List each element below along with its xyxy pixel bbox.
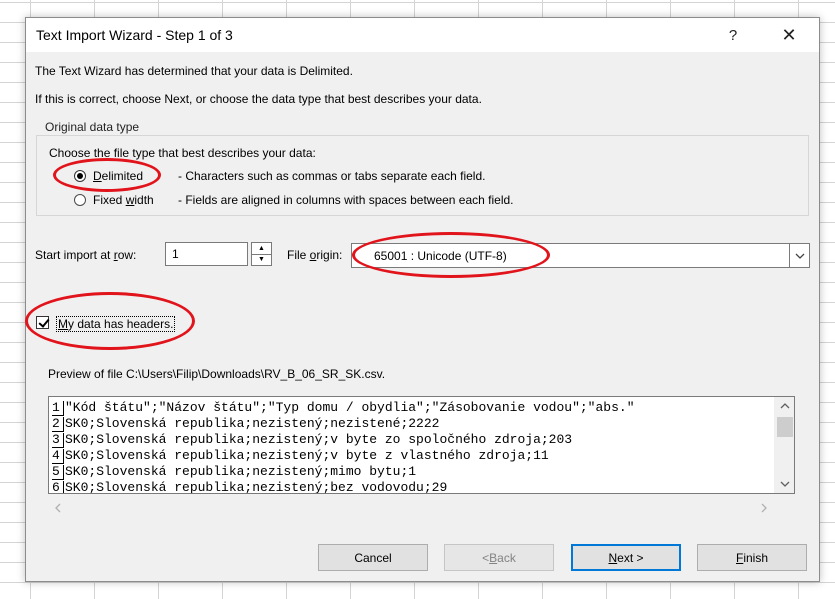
down-triangle-icon[interactable]: ▼	[252, 254, 271, 265]
vertical-scroll-thumb[interactable]	[777, 417, 793, 437]
start-row-value: 1	[172, 247, 179, 261]
preview-line: 4 SK0;Slovenská republika;nezistený;v byt…	[52, 448, 549, 464]
radio-fixed-width[interactable]: Fixed width	[74, 193, 184, 209]
back-button[interactable]: < Back	[444, 544, 554, 571]
annotation-ellipse-file-origin	[352, 232, 550, 278]
delimited-description: - Characters such as commas or tabs sepa…	[178, 169, 486, 183]
original-data-type-legend: Original data type	[42, 120, 143, 134]
annotation-ellipse-delimited	[53, 158, 161, 192]
intro-line-2: If this is correct, choose Next, or choo…	[35, 92, 482, 106]
preview-box[interactable]: 1 "Kód štátu";"Názov štátu";"Typ domu / o…	[48, 396, 795, 494]
fixed-width-description: - Fields are aligned in columns with spa…	[178, 193, 514, 207]
next-button[interactable]: Next >	[571, 544, 681, 571]
dialog-title: Text Import Wizard - Step 1 of 3	[36, 27, 233, 43]
radio-fixed-width-circle[interactable]	[74, 194, 86, 206]
file-origin-label: File origin:	[287, 248, 343, 262]
preview-line: 2 SK0;Slovenská republika;nezistený;nezis…	[52, 416, 440, 432]
preview-horizontal-scrollbar[interactable]	[48, 500, 795, 516]
annotation-ellipse-headers	[25, 292, 195, 350]
preview-line: 3 SK0;Slovenská republika;nezistený;v byt…	[52, 432, 573, 448]
close-icon: ✕	[781, 24, 797, 45]
chevron-right-icon[interactable]	[758, 502, 770, 514]
preview-line: 1 "Kód štátu";"Názov štátu";"Typ domu / o…	[52, 400, 635, 416]
help-button[interactable]: ?	[710, 18, 756, 52]
finish-button[interactable]: Finish	[697, 544, 807, 571]
radio-fixed-width-label: Fixed width	[93, 193, 154, 207]
chevron-up-icon[interactable]	[774, 397, 794, 415]
start-row-stepper[interactable]: ▲ ▼	[251, 242, 272, 266]
preview-vertical-scrollbar[interactable]	[774, 397, 794, 493]
chevron-down-icon[interactable]	[789, 244, 810, 267]
start-row-label: Start import at row:	[35, 248, 137, 262]
start-row-input[interactable]: 1	[165, 242, 248, 266]
cancel-button[interactable]: Cancel	[318, 544, 428, 571]
preview-caption: Preview of file C:\Users\Filip\Downloads…	[48, 367, 386, 381]
intro-line-1: The Text Wizard has determined that your…	[35, 64, 353, 78]
chevron-down-icon[interactable]	[774, 475, 794, 493]
help-icon: ?	[728, 26, 738, 44]
title-bar: Text Import Wizard - Step 1 of 3 ? ✕	[26, 18, 819, 52]
close-button[interactable]: ✕	[766, 18, 812, 52]
preview-line: 6 SK0;Slovenská republika;nezistený;bez v…	[52, 480, 448, 494]
preview-line: 5 SK0;Slovenská republika;nezistený;mimo …	[52, 464, 417, 480]
chevron-left-icon[interactable]	[52, 502, 64, 514]
